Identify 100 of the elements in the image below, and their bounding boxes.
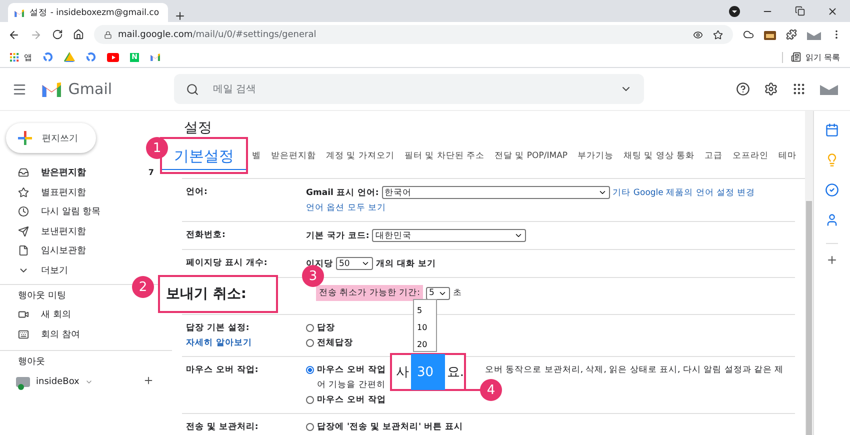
inbox-icon[interactable]	[18, 167, 29, 178]
seconds-label: 초	[452, 287, 462, 299]
chevron-down-icon	[514, 231, 524, 240]
close-icon[interactable]	[827, 6, 838, 16]
add-icon[interactable]	[826, 254, 838, 266]
tab-title: 설정 - insideboxezm@gmail.co	[30, 6, 160, 18]
settings-tab[interactable]: 채팅 및 영상 통화	[624, 150, 695, 162]
home-icon[interactable]	[73, 29, 84, 40]
apps-grid-icon[interactable]	[792, 82, 806, 96]
country-code-select[interactable]: 대한민국	[372, 229, 526, 242]
bookmark-label[interactable]: 앱	[24, 52, 32, 62]
play-icon[interactable]	[107, 52, 119, 62]
new-tab-icon[interactable]	[174, 10, 186, 22]
search-input[interactable]: 메일 검색	[211, 82, 608, 96]
caret-icon[interactable]	[85, 378, 94, 386]
restore-icon[interactable]	[795, 6, 805, 16]
compose-button[interactable]: 편지쓰기	[6, 123, 96, 153]
undo-send-label-callout: 보내기 취소:	[158, 275, 278, 313]
settings-tab[interactable]: 고급	[704, 150, 723, 162]
dropdown-option[interactable]: 10	[417, 323, 433, 332]
callout-marker: 1	[146, 137, 168, 159]
reading-list-icon[interactable]	[791, 52, 802, 62]
user-avatar[interactable]	[16, 377, 30, 387]
menu-icon[interactable]	[12, 82, 27, 96]
send-icon[interactable]	[18, 226, 29, 237]
radio-button[interactable]	[306, 339, 314, 347]
radio-label[interactable]: 마우스 오버 작업	[317, 394, 386, 406]
clock-icon[interactable]	[18, 206, 29, 218]
star-icon[interactable]	[18, 186, 29, 198]
nav-item-label[interactable]: 회의 참여	[41, 328, 80, 341]
radio-button[interactable]	[306, 324, 314, 332]
radio-label[interactable]: 답장	[317, 322, 335, 334]
person-icon[interactable]	[825, 213, 839, 227]
radio-label[interactable]: 마우스 오버 작업	[317, 364, 386, 376]
learn-more-link[interactable]: 자세히 알아보기	[186, 337, 306, 349]
star-icon[interactable]	[713, 30, 723, 40]
settings-tab[interactable]: 필터 및 차단된 주소	[404, 150, 485, 162]
nav-item-label[interactable]: 별표편지함	[41, 186, 86, 199]
settings-tab[interactable]: 부가기능	[578, 150, 614, 162]
back-arrow-icon[interactable]	[8, 28, 20, 40]
triangle-icon[interactable]	[64, 52, 75, 62]
section-title: 행아웃	[18, 356, 45, 368]
browser-tab[interactable]: 설정 - insideboxezm@gmail.co	[8, 3, 168, 22]
setting-label: 답장 기본 설정:	[186, 322, 250, 334]
reading-list-label[interactable]: 읽기 목록	[805, 52, 840, 62]
profile-circle-icon[interactable]	[729, 6, 740, 16]
settings-tab[interactable]: 계정 및 가져오기	[326, 150, 394, 162]
document-icon[interactable]	[18, 245, 29, 256]
language-select[interactable]: 한국어	[382, 186, 610, 199]
settings-tab[interactable]: 오프라인	[732, 150, 769, 162]
unread-count: 7	[148, 168, 154, 178]
search-field[interactable]: 메일 검색	[174, 74, 644, 104]
radio-button[interactable]	[306, 423, 314, 431]
settings-tab[interactable]: 테마	[778, 150, 797, 162]
gmail-logo-icon	[150, 53, 161, 61]
radio-label[interactable]: 답장에 '전송 및 보관처리' 버튼 표시	[317, 421, 464, 433]
user-name[interactable]: insideBox	[36, 377, 80, 387]
language-options-link[interactable]: 언어 옵션 모두 보기	[306, 202, 756, 214]
extensions-puzzle-icon[interactable]	[786, 29, 797, 40]
language-settings-link[interactable]: 기타 Google 제품의 언어 설정 변경	[612, 186, 756, 198]
settings-tab[interactable]: 전달 및 POP/IMAP	[494, 150, 568, 162]
page-title: 설정	[183, 119, 213, 137]
radio-label[interactable]: 전체답장	[317, 337, 353, 349]
profile-avatar-icon[interactable]	[820, 83, 838, 95]
keyboard-icon[interactable]	[18, 328, 29, 340]
video-camera-icon[interactable]	[18, 309, 29, 320]
dropdown-option[interactable]: 5	[417, 306, 433, 315]
nav-item-label[interactable]: 더보기	[41, 264, 68, 277]
scrollbar-thumb[interactable]	[806, 201, 812, 435]
nav-item-label[interactable]: 임시보관함	[41, 244, 86, 258]
magnified-text: 요.	[446, 364, 464, 381]
reload-icon[interactable]	[52, 29, 63, 40]
help-icon[interactable]	[736, 82, 750, 96]
setting-label: 페이지당 표시 개수:	[186, 257, 268, 269]
field-label: 기본 국가 코드:	[306, 230, 370, 242]
dropdown-option[interactable]: 20	[417, 340, 433, 349]
nav-item-label[interactable]: 받은편지함	[41, 166, 86, 180]
cloud-icon[interactable]	[743, 29, 754, 40]
nav-item-label[interactable]: 보낸편지함	[41, 224, 86, 238]
checkmark-circle-icon[interactable]	[825, 183, 839, 197]
nav-item-label[interactable]: 새 회의	[41, 308, 71, 322]
page-size-select[interactable]: 50	[336, 257, 373, 270]
settings-icon[interactable]	[764, 82, 778, 96]
callout-marker: 2	[132, 276, 154, 298]
add-icon[interactable]	[143, 375, 154, 386]
extension-box-icon[interactable]	[764, 29, 776, 40]
gmail-wordmark[interactable]: Gmail	[68, 80, 112, 98]
settings-tab[interactable]: 벨	[252, 150, 261, 162]
address-bar[interactable]: mail.google.com/mail/u/0/#settings/general	[94, 25, 733, 44]
settings-tab[interactable]: 받은편지함	[271, 150, 316, 162]
settings-tab[interactable]: 기본설정	[160, 137, 248, 174]
nav-item-label[interactable]: 다시 알림 항목	[41, 205, 101, 218]
gmail-logo-icon	[41, 81, 62, 97]
callout-marker: 4	[480, 379, 502, 401]
undo-period-select[interactable]: 5	[426, 286, 450, 300]
eye-icon[interactable]	[693, 30, 703, 40]
profile-avatar-icon[interactable]	[807, 30, 821, 40]
calendar-icon[interactable]	[825, 123, 839, 137]
radio-button[interactable]	[306, 366, 314, 374]
radio-button[interactable]	[306, 396, 314, 404]
